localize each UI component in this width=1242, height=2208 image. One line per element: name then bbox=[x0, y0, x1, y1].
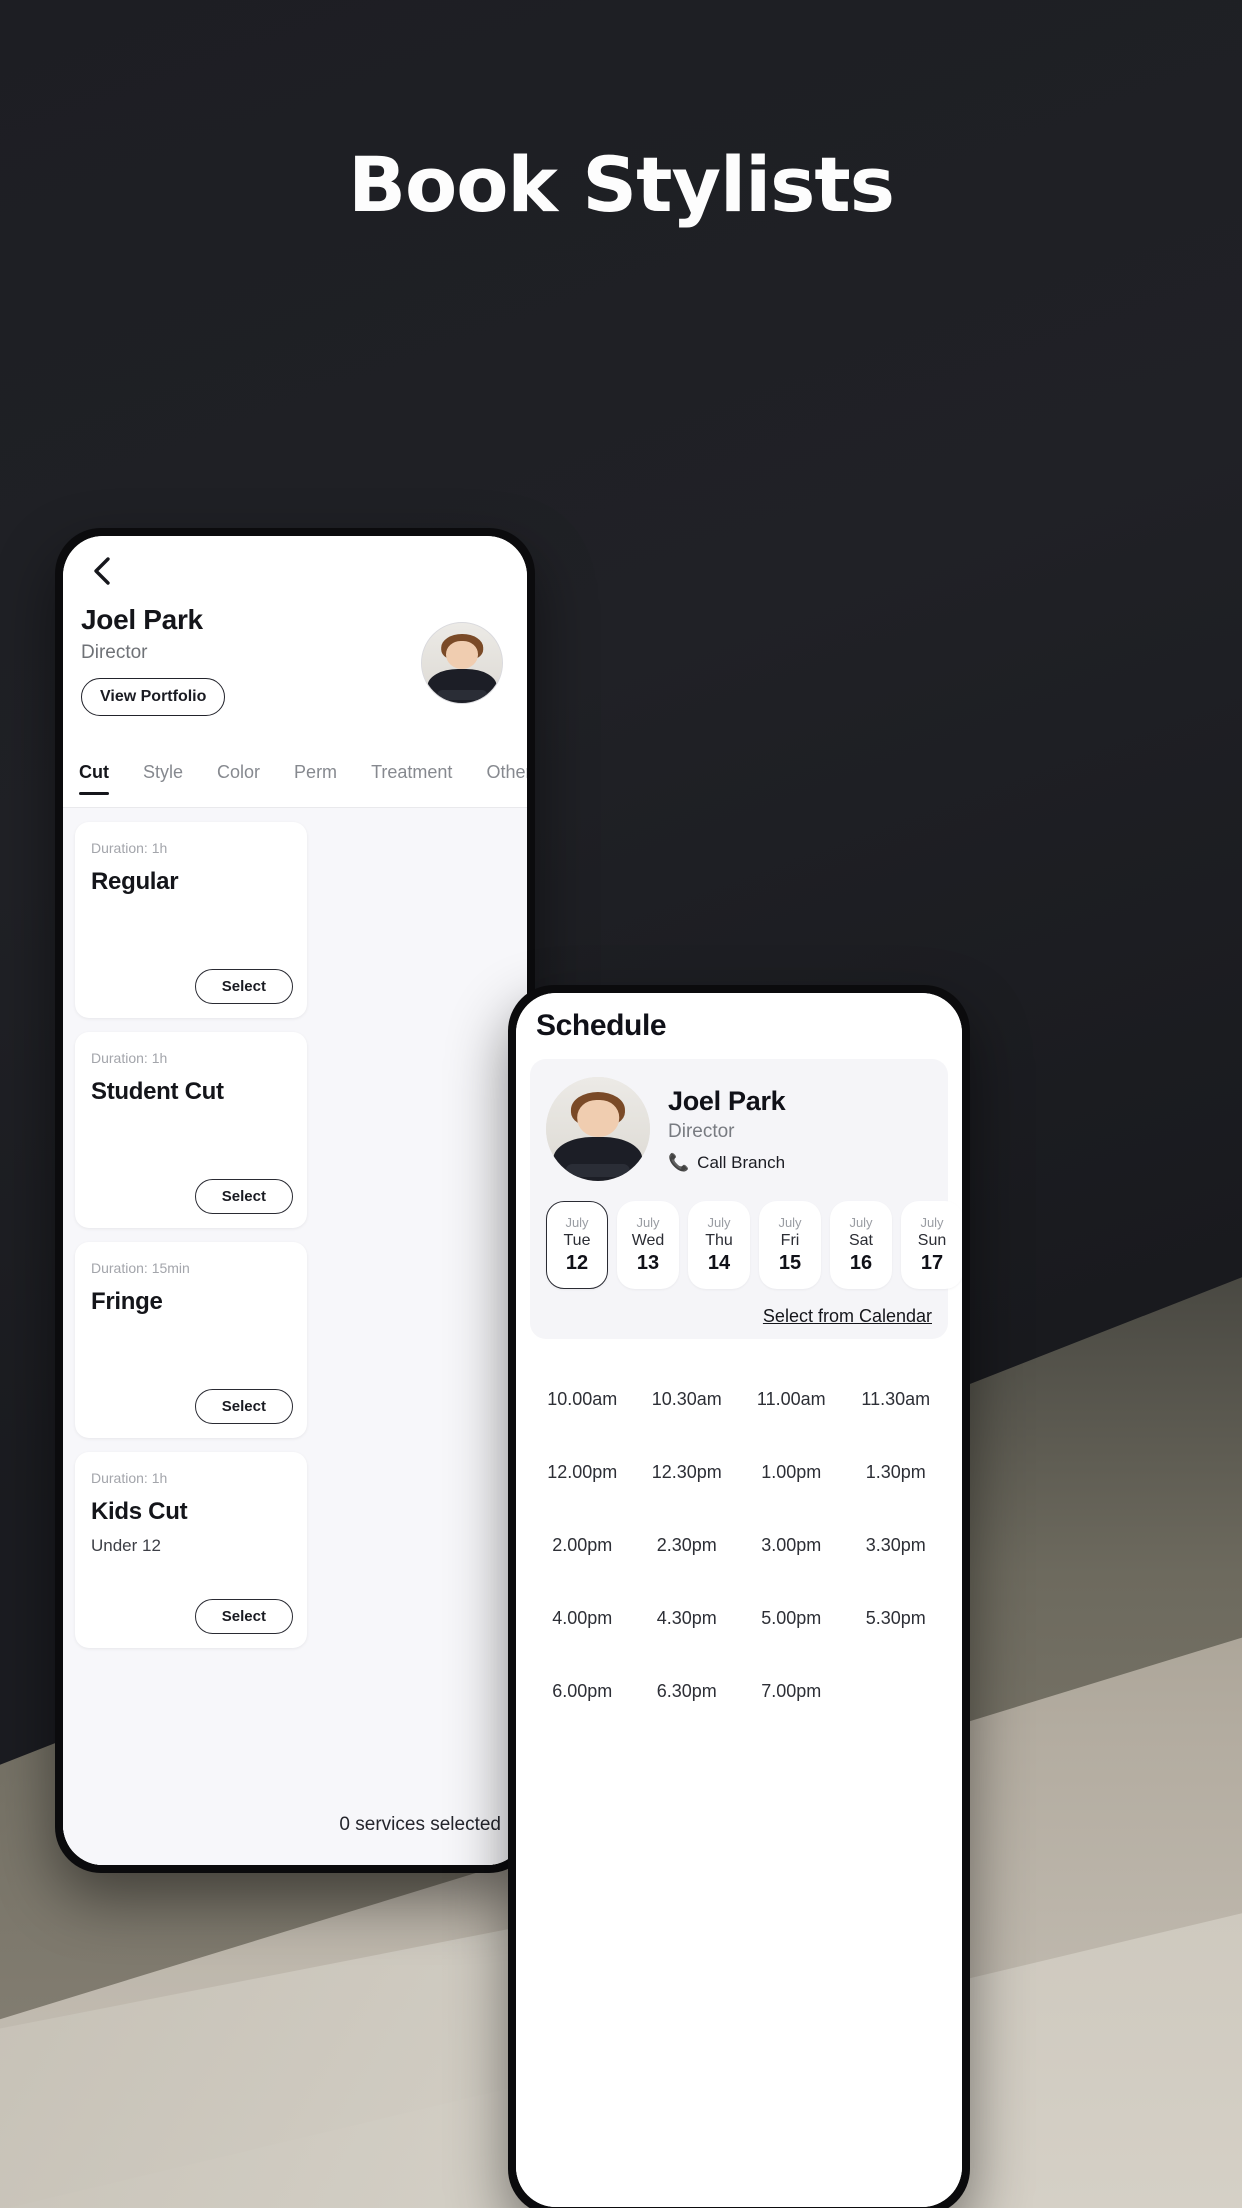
time-slot[interactable]: 6.00pm bbox=[530, 1655, 635, 1728]
service-card-grid: Duration: 1h Regular Select Duration: 1h… bbox=[63, 822, 527, 1648]
service-list: Duration: 1h Regular Select Duration: 1h… bbox=[63, 808, 527, 1865]
time-slot[interactable]: 12.30pm bbox=[635, 1436, 740, 1509]
time-slot[interactable]: 4.30pm bbox=[635, 1582, 740, 1655]
date-month: July bbox=[920, 1215, 944, 1230]
phone-one-screen: Joel Park Director View Portfolio Cut St… bbox=[63, 536, 527, 1865]
stylist-name: Joel Park bbox=[668, 1085, 786, 1116]
service-category-tabs[interactable]: Cut Style Color Perm Treatment Others bbox=[63, 762, 527, 808]
service-card[interactable]: Duration: 1h Regular Select bbox=[75, 822, 307, 1018]
page-title: Book Stylists bbox=[348, 140, 895, 229]
tab-cut[interactable]: Cut bbox=[79, 762, 126, 795]
service-duration: Duration: 15min bbox=[91, 1260, 190, 1276]
phone-two-screen: Schedule Joel Park Director 📞 Call Branc… bbox=[516, 993, 962, 2207]
time-slot[interactable]: 3.30pm bbox=[844, 1509, 949, 1582]
stylist-summary: Joel Park Director 📞 Call Branch bbox=[546, 1077, 932, 1181]
service-card[interactable]: Duration: 1h Kids Cut Under 12 Select bbox=[75, 1452, 307, 1648]
date-weekday: Thu bbox=[705, 1232, 733, 1249]
date-chip-14[interactable]: July Thu 14 bbox=[688, 1201, 750, 1289]
back-button[interactable] bbox=[79, 548, 125, 594]
service-select-button[interactable]: Select bbox=[194, 1179, 293, 1214]
tab-treatment[interactable]: Treatment bbox=[354, 762, 469, 795]
date-weekday: Tue bbox=[563, 1232, 591, 1249]
schedule-title: Schedule bbox=[536, 1009, 667, 1042]
date-weekday: Fri bbox=[780, 1232, 800, 1249]
date-chip-12[interactable]: July Tue 12 bbox=[546, 1201, 608, 1289]
date-number: 14 bbox=[707, 1252, 731, 1274]
phone-icon: 📞 bbox=[668, 1152, 690, 1172]
select-from-calendar-link[interactable]: Select from Calendar bbox=[763, 1306, 932, 1327]
service-duration: Duration: 1h bbox=[91, 1050, 168, 1066]
time-slot[interactable]: 1.30pm bbox=[844, 1436, 949, 1509]
date-number: 15 bbox=[778, 1252, 802, 1274]
service-title: Fringe bbox=[91, 1288, 163, 1315]
stylist-role: Director bbox=[81, 642, 148, 663]
date-weekday: Sun bbox=[917, 1232, 947, 1249]
date-month: July bbox=[707, 1215, 731, 1230]
tab-perm[interactable]: Perm bbox=[277, 762, 354, 795]
date-month: July bbox=[565, 1215, 589, 1230]
date-chip-16[interactable]: July Sat 16 bbox=[830, 1201, 892, 1289]
call-branch-label: Call Branch bbox=[697, 1152, 786, 1172]
date-number: 12 bbox=[565, 1252, 589, 1274]
service-subtitle: Under 12 bbox=[91, 1536, 161, 1555]
date-month: July bbox=[636, 1215, 660, 1230]
service-duration: Duration: 1h bbox=[91, 1470, 168, 1486]
schedule-stylist-card: Joel Park Director 📞 Call Branch July Tu… bbox=[530, 1059, 962, 1339]
date-number: 17 bbox=[920, 1252, 944, 1274]
phone-mockup-schedule: Schedule Joel Park Director 📞 Call Branc… bbox=[508, 985, 970, 2208]
time-slot[interactable]: 12.00pm bbox=[530, 1436, 635, 1509]
stylist-avatar bbox=[421, 622, 503, 704]
stylist-name: Joel Park bbox=[81, 604, 203, 635]
date-weekday: Sat bbox=[848, 1232, 873, 1249]
call-branch-button[interactable]: 📞 Call Branch bbox=[668, 1153, 785, 1173]
stylist-text-block: Joel Park Director 📞 Call Branch bbox=[668, 1085, 786, 1173]
stylist-profile-header: Joel Park Director View Portfolio bbox=[63, 604, 527, 716]
stylist-info: Joel Park Director View Portfolio bbox=[81, 604, 226, 716]
time-slot[interactable]: 4.00pm bbox=[530, 1582, 635, 1655]
service-select-button[interactable]: Select bbox=[194, 1389, 293, 1424]
chevron-left-icon bbox=[90, 556, 114, 586]
service-duration: Duration: 1h bbox=[91, 840, 168, 856]
tab-others[interactable]: Others bbox=[469, 762, 527, 795]
service-select-button[interactable]: Select bbox=[194, 1599, 293, 1634]
service-title: Kids Cut bbox=[91, 1498, 188, 1525]
time-slot[interactable]: 2.00pm bbox=[530, 1509, 635, 1582]
tab-style[interactable]: Style bbox=[126, 762, 200, 795]
service-card[interactable]: Duration: 15min Fringe Select bbox=[75, 1242, 307, 1438]
time-slot[interactable]: 11.30am bbox=[844, 1363, 949, 1436]
date-selector[interactable]: July Tue 12 July Wed 13 July Thu 14 July… bbox=[546, 1201, 962, 1289]
phone-mockup-services: Joel Park Director View Portfolio Cut St… bbox=[55, 528, 535, 1873]
time-slot[interactable]: 11.00am bbox=[739, 1363, 844, 1436]
date-chip-17[interactable]: July Sun 17 bbox=[901, 1201, 962, 1289]
tab-color[interactable]: Color bbox=[200, 762, 277, 795]
time-slot[interactable]: 3.00pm bbox=[739, 1509, 844, 1582]
date-chip-13[interactable]: July Wed 13 bbox=[617, 1201, 679, 1289]
date-number: 16 bbox=[849, 1252, 873, 1274]
view-portfolio-button[interactable]: View Portfolio bbox=[81, 678, 226, 716]
stylist-avatar bbox=[546, 1077, 650, 1181]
time-slot[interactable]: 7.00pm bbox=[739, 1655, 844, 1728]
services-footer: 0 services selected bbox=[63, 1785, 527, 1865]
time-slot[interactable]: 1.00pm bbox=[739, 1436, 844, 1509]
time-slot[interactable]: 5.00pm bbox=[739, 1582, 844, 1655]
time-slot[interactable]: 6.30pm bbox=[635, 1655, 740, 1728]
service-title: Student Cut bbox=[91, 1078, 224, 1105]
time-slot-grid[interactable]: 10.00am 10.30am 11.00am 11.30am 12.00pm … bbox=[530, 1363, 948, 1728]
date-month: July bbox=[849, 1215, 873, 1230]
time-slot[interactable]: 2.30pm bbox=[635, 1509, 740, 1582]
time-slot[interactable]: 5.30pm bbox=[844, 1582, 949, 1655]
date-weekday: Wed bbox=[631, 1232, 665, 1249]
date-chip-15[interactable]: July Fri 15 bbox=[759, 1201, 821, 1289]
date-month: July bbox=[778, 1215, 802, 1230]
selected-services-status: 0 services selected bbox=[339, 1814, 501, 1835]
date-number: 13 bbox=[636, 1252, 660, 1274]
service-select-button[interactable]: Select bbox=[194, 969, 293, 1004]
service-card[interactable]: Duration: 1h Student Cut Select bbox=[75, 1032, 307, 1228]
service-title: Regular bbox=[91, 868, 179, 895]
time-slot[interactable]: 10.30am bbox=[635, 1363, 740, 1436]
stylist-role: Director bbox=[668, 1120, 735, 1142]
time-slot[interactable]: 10.00am bbox=[530, 1363, 635, 1436]
